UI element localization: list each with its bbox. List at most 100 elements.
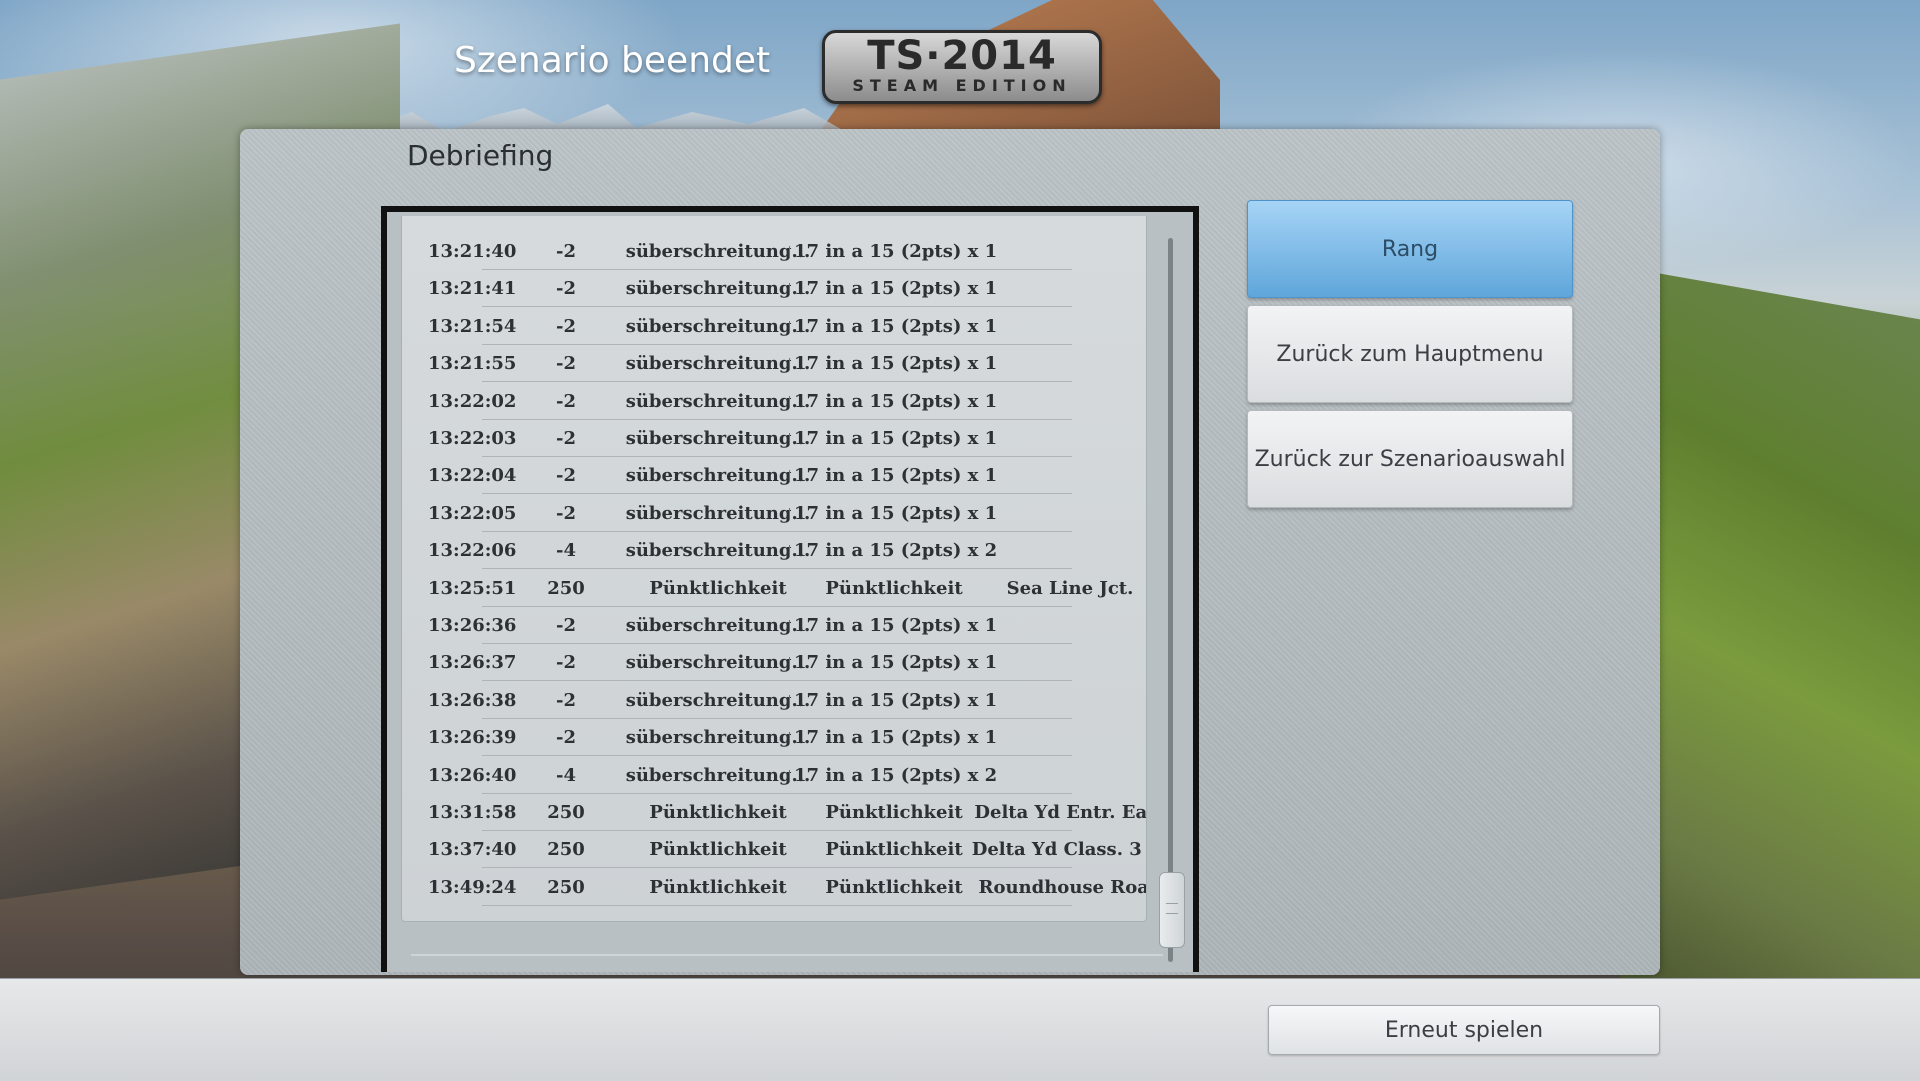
column-separator xyxy=(789,769,790,782)
row-points: 250 xyxy=(547,577,585,599)
debrief-row: 13:21:41 -2 süberschreitung... 17 in a 15 (… xyxy=(402,270,1146,308)
column-separator xyxy=(789,732,790,745)
row-type: süberschreitung... xyxy=(625,689,811,711)
row-points: 250 xyxy=(547,839,585,861)
scrollbar-thumb[interactable] xyxy=(1159,872,1185,948)
row-detail: Pünktlichkeit xyxy=(825,839,963,861)
row-time: 13:21:55 xyxy=(428,353,517,375)
row-time: 13:22:04 xyxy=(428,465,517,487)
row-points: -2 xyxy=(556,689,576,711)
list-scrollbar[interactable] xyxy=(1159,238,1185,962)
row-type: Pünktlichkeit xyxy=(649,802,787,823)
debrief-row: 13:22:05 -2 süberschreitung... 17 in a 15 (… xyxy=(402,495,1146,532)
row-time: 13:21:54 xyxy=(428,315,517,337)
row-points: -2 xyxy=(556,241,576,262)
row-type: süberschreitung... xyxy=(625,428,811,449)
row-type: süberschreitung... xyxy=(625,540,811,562)
row-points: 250 xyxy=(547,802,585,823)
logo-sub-text: STEAM EDITION xyxy=(852,76,1072,95)
row-points: -2 xyxy=(556,315,576,337)
row-points: -2 xyxy=(556,428,576,449)
debriefing-list[interactable]: 13:21:40 -2 süberschreitung... 17 in a 15 (… xyxy=(401,216,1147,922)
list-divider xyxy=(411,954,1163,956)
row-time: 13:31:58 xyxy=(428,802,517,823)
row-type: süberschreitung... xyxy=(625,241,811,262)
column-separator xyxy=(789,545,790,558)
row-detail: Pünktlichkeit xyxy=(825,802,963,823)
row-location: Delta Yd Class. 3 W xyxy=(971,839,1146,861)
row-type: Pünktlichkeit xyxy=(649,839,787,861)
rank-button[interactable]: Rang xyxy=(1247,200,1573,298)
debrief-row: 13:22:03 -2 süberschreitung... 17 in a 15 (… xyxy=(402,420,1146,457)
scrollbar-track[interactable] xyxy=(1168,238,1173,962)
column-separator xyxy=(789,320,790,333)
panel-title: Debriefing xyxy=(407,139,554,172)
column-separator xyxy=(789,283,790,296)
logo-main-text: TS·2014 xyxy=(867,33,1057,79)
page-title: Szenario beendet xyxy=(454,40,771,81)
row-points: -2 xyxy=(556,727,576,749)
row-time: 13:49:24 xyxy=(428,876,517,898)
row-detail: 17 in a 15 (2pts) x 1 xyxy=(794,353,998,375)
row-detail: 17 in a 15 (2pts) x 1 xyxy=(794,241,998,262)
row-detail: 17 in a 15 (2pts) x 1 xyxy=(794,689,998,711)
row-type: süberschreitung... xyxy=(625,502,811,524)
main-menu-button[interactable]: Zurück zum Hauptmenu xyxy=(1247,305,1573,403)
row-points: -2 xyxy=(556,652,576,674)
row-time: 13:26:36 xyxy=(428,615,517,636)
row-type: süberschreitung... xyxy=(625,764,811,786)
row-location: Roundhouse Road xyxy=(978,876,1147,898)
row-detail: 17 in a 15 (2pts) x 2 xyxy=(794,540,998,562)
scenario-select-button[interactable]: Zurück zur Szenarioauswahl xyxy=(1247,410,1573,508)
debrief-row: 13:21:40 -2 süberschreitung... 17 in a 15 (… xyxy=(402,233,1146,270)
column-separator xyxy=(789,620,790,632)
debrief-row: 13:26:40 -4 süberschreitung... 17 in a 15 (… xyxy=(402,757,1146,794)
row-time: 13:26:40 xyxy=(428,764,517,786)
row-points: -2 xyxy=(556,390,576,412)
debrief-row: 13:26:36 -2 süberschreitung... 17 in a 15 (… xyxy=(402,607,1146,644)
debrief-row: 13:22:04 -2 süberschreitung... 17 in a 15 (… xyxy=(402,457,1146,495)
row-type: süberschreitung... xyxy=(625,315,811,337)
row-detail: 17 in a 15 (2pts) x 1 xyxy=(794,315,998,337)
footer-bar: Erneut spielen xyxy=(0,978,1920,1081)
row-points: -2 xyxy=(556,465,576,487)
debrief-row: 13:22:02 -2 süberschreitung... 17 in a 15 (… xyxy=(402,383,1146,420)
debrief-row: 13:31:58 250 Pünktlichkeit Pünktlichkeit Del… xyxy=(402,794,1146,831)
row-time: 13:26:38 xyxy=(428,689,517,711)
row-time: 13:22:02 xyxy=(428,390,517,412)
row-type: süberschreitung... xyxy=(625,652,811,674)
replay-button[interactable]: Erneut spielen xyxy=(1268,1005,1660,1055)
row-type: süberschreitung... xyxy=(625,353,811,375)
row-detail: Pünktlichkeit xyxy=(825,876,963,898)
debrief-row: 13:26:37 -2 süberschreitung... 17 in a 15 (… xyxy=(402,644,1146,682)
column-separator xyxy=(789,694,790,707)
debriefing-panel: Debriefing 13:21:40 -2 süberschreitung... 1… xyxy=(240,129,1660,975)
row-detail: 17 in a 15 (2pts) x 1 xyxy=(794,652,998,674)
row-time: 13:22:03 xyxy=(428,428,517,449)
row-time: 13:26:37 xyxy=(428,652,517,674)
debrief-row: 13:22:06 -4 süberschreitung... 17 in a 15 (… xyxy=(402,532,1146,570)
column-separator xyxy=(789,433,790,445)
row-time: 13:26:39 xyxy=(428,727,517,749)
column-separator xyxy=(789,657,790,670)
row-type: süberschreitung... xyxy=(625,278,811,300)
debrief-row: 13:25:51 250 Pünktlichkeit Pünktlichkeit Sea… xyxy=(402,570,1146,607)
row-detail: 17 in a 15 (2pts) x 1 xyxy=(794,428,998,449)
row-points: -4 xyxy=(556,764,576,786)
game-logo: TS·2014 STEAM EDITION xyxy=(822,30,1102,104)
row-points: -2 xyxy=(556,278,576,300)
debrief-row: 13:37:40 250 Pünktlichkeit Pünktlichkeit Del… xyxy=(402,831,1146,869)
row-detail: 17 in a 15 (2pts) x 1 xyxy=(794,502,998,524)
row-type: süberschreitung... xyxy=(625,390,811,412)
row-points: -4 xyxy=(556,540,576,562)
row-type: süberschreitung... xyxy=(625,727,811,749)
column-separator xyxy=(789,246,790,258)
column-separator xyxy=(789,507,790,520)
row-time: 13:21:41 xyxy=(428,278,517,300)
debriefing-list-inner: 13:21:40 -2 süberschreitung... 17 in a 15 (… xyxy=(387,212,1193,972)
column-separator xyxy=(789,470,790,483)
row-points: 250 xyxy=(547,876,585,898)
row-time: 13:22:06 xyxy=(428,540,517,562)
row-detail: 17 in a 15 (2pts) x 1 xyxy=(794,278,998,300)
row-time: 13:22:05 xyxy=(428,502,517,524)
